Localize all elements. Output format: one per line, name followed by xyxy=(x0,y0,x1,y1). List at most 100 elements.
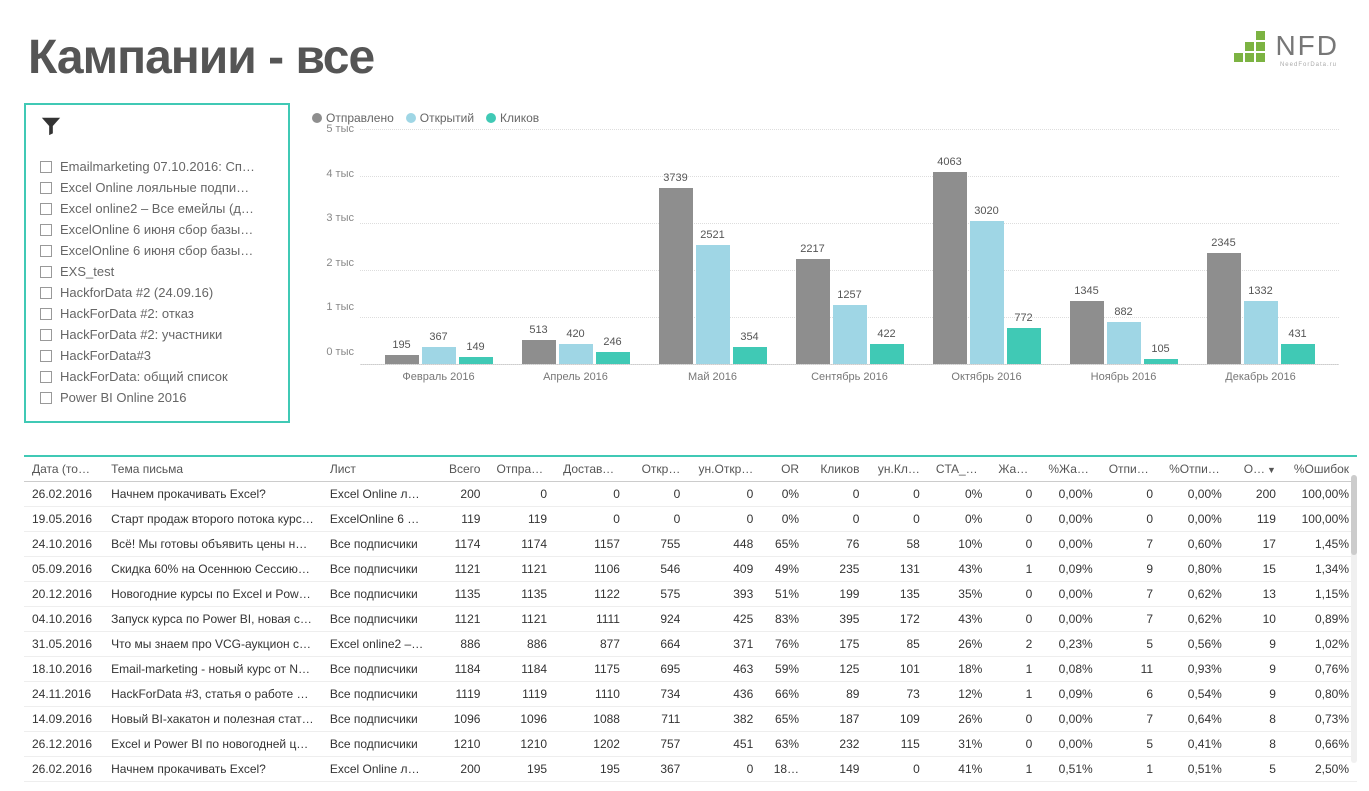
bar-group[interactable]: 23451332431 xyxy=(1192,253,1329,364)
bar[interactable]: 246 xyxy=(596,352,630,364)
cell-perr: 1,15% xyxy=(1284,582,1357,607)
logo: NFD NeedForData.ru xyxy=(1234,30,1339,62)
bar[interactable]: 431 xyxy=(1281,344,1315,364)
column-header-sent[interactable]: Отправ… xyxy=(488,456,555,482)
bar-value-label: 2345 xyxy=(1211,237,1235,249)
bar-group[interactable]: 1345882105 xyxy=(1055,301,1192,364)
table-row[interactable]: 26.12.2016Excel и Power BI по новогодней… xyxy=(24,732,1357,757)
checkbox-icon[interactable] xyxy=(40,161,52,173)
filter-item[interactable]: Emailmarketing 07.10.2016: Сп… xyxy=(40,156,276,177)
bar[interactable]: 2345 xyxy=(1207,253,1241,364)
filter-item[interactable]: EXS_test xyxy=(40,261,276,282)
checkbox-icon[interactable] xyxy=(40,308,52,320)
column-header-perr[interactable]: %Ошибок xyxy=(1284,456,1357,482)
filter-item[interactable]: HackForData #2: отказ xyxy=(40,303,276,324)
checkbox-icon[interactable] xyxy=(40,371,52,383)
bar-group[interactable]: 22171257422 xyxy=(781,259,918,364)
table-row[interactable]: 14.09.2016Новый BI-хакатон и полезная ст… xyxy=(24,707,1357,732)
bar[interactable]: 2217 xyxy=(796,259,830,364)
table-row[interactable]: 26.02.2016Начнем прокачивать Excel?Excel… xyxy=(24,757,1357,782)
cell-uopen: 0 xyxy=(688,757,761,782)
bar[interactable]: 3739 xyxy=(659,188,693,364)
cell-clicks: 0 xyxy=(807,507,867,532)
checkbox-icon[interactable] xyxy=(40,266,52,278)
table-row[interactable]: 04.10.2016Запуск курса по Power BI, нова… xyxy=(24,607,1357,632)
filter-panel[interactable]: Emailmarketing 07.10.2016: Сп…Excel Onli… xyxy=(24,103,290,423)
column-header-clicks[interactable]: Кликов xyxy=(807,456,867,482)
footer-cell-uopen: 5079 xyxy=(688,782,761,784)
checkbox-icon[interactable] xyxy=(40,392,52,404)
column-header-subject[interactable]: Тема письма xyxy=(103,456,322,482)
bar[interactable]: 3020 xyxy=(970,221,1004,364)
filter-item[interactable]: Power BI Online 2016 xyxy=(40,387,276,408)
column-header-err[interactable]: О…▼ xyxy=(1230,456,1284,482)
checkbox-icon[interactable] xyxy=(40,329,52,341)
bar[interactable]: 2521 xyxy=(696,245,730,364)
data-table[interactable]: Дата (то…Тема письмаЛистВсегоОтправ…Дост… xyxy=(24,455,1357,783)
table-scrollbar[interactable] xyxy=(1351,475,1357,763)
bar[interactable]: 772 xyxy=(1007,328,1041,364)
column-header-unsub[interactable]: Отпис… xyxy=(1101,456,1161,482)
checkbox-icon[interactable] xyxy=(40,350,52,362)
column-header-uclicks[interactable]: ун.Кл… xyxy=(867,456,927,482)
chart-plot[interactable]: 5 тыс4 тыс3 тыс2 тыс1 тыс0 тыс 195367149… xyxy=(360,129,1339,365)
table-row[interactable]: 18.10.2016Email-marketing - новый курс о… xyxy=(24,657,1357,682)
table-row[interactable]: 05.09.2016Скидка 60% на Осеннюю Сессию+…… xyxy=(24,557,1357,582)
filter-item[interactable]: HackForData #2: участники xyxy=(40,324,276,345)
checkbox-icon[interactable] xyxy=(40,287,52,299)
table-row[interactable]: 20.12.2016Новогодние курсы по Excel и Po… xyxy=(24,582,1357,607)
column-header-uopen[interactable]: ун.Откр… xyxy=(688,456,761,482)
bar[interactable]: 1332 xyxy=(1244,301,1278,364)
cell-complaints: 0 xyxy=(990,582,1040,607)
legend-item-click[interactable]: Кликов xyxy=(486,111,539,125)
filter-item[interactable]: HackForData#3 xyxy=(40,345,276,366)
bar[interactable]: 422 xyxy=(870,344,904,364)
filter-item[interactable]: HackforData #2 (24.09.16) xyxy=(40,282,276,303)
column-header-date[interactable]: Дата (то… xyxy=(24,456,103,482)
legend-item-open[interactable]: Открытий xyxy=(406,111,474,125)
bar[interactable]: 1345 xyxy=(1070,301,1104,364)
cell-clicks: 199 xyxy=(807,582,867,607)
bar[interactable]: 354 xyxy=(733,347,767,364)
table-row[interactable]: 24.10.2016Всё! Мы готовы объявить цены н… xyxy=(24,532,1357,557)
bar[interactable]: 1257 xyxy=(833,305,867,364)
bar[interactable]: 367 xyxy=(422,347,456,364)
column-header-list[interactable]: Лист xyxy=(322,456,432,482)
bar[interactable]: 195 xyxy=(385,355,419,364)
column-header-or[interactable]: OR xyxy=(761,456,807,482)
checkbox-icon[interactable] xyxy=(40,224,52,236)
cell-unsub: 5 xyxy=(1101,632,1161,657)
filter-item[interactable]: Excel Online лояльные подпи… xyxy=(40,177,276,198)
bar-group[interactable]: 37392521354 xyxy=(644,188,781,364)
cell-open: 0 xyxy=(628,507,688,532)
column-header-delivered[interactable]: Доставл… xyxy=(555,456,628,482)
cell-sent: 1184 xyxy=(488,657,555,682)
bar[interactable]: 149 xyxy=(459,357,493,364)
column-header-pcomplaints[interactable]: %Жал… xyxy=(1040,456,1100,482)
bar-group[interactable]: 513420246 xyxy=(507,340,644,364)
table-row[interactable]: 19.05.2016Старт продаж второго потока ку… xyxy=(24,507,1357,532)
column-header-open[interactable]: Откр… xyxy=(628,456,688,482)
filter-item[interactable]: HackForData: общий список xyxy=(40,366,276,387)
table-row[interactable]: 31.05.2016Что мы знаем про VCG-аукцион с… xyxy=(24,632,1357,657)
bar[interactable]: 420 xyxy=(559,344,593,364)
bar[interactable]: 513 xyxy=(522,340,556,364)
column-header-total[interactable]: Всего xyxy=(432,456,488,482)
bar[interactable]: 4063 xyxy=(933,172,967,364)
checkbox-icon[interactable] xyxy=(40,245,52,257)
table-row[interactable]: 26.02.2016Начнем прокачивать Excel?Excel… xyxy=(24,482,1357,507)
filter-item[interactable]: ExcelOnline 6 июня сбор базы… xyxy=(40,240,276,261)
column-header-punsub[interactable]: %Отпис… xyxy=(1161,456,1230,482)
bar[interactable]: 105 xyxy=(1144,359,1178,364)
cell-punsub: 0,64% xyxy=(1161,707,1230,732)
bar-group[interactable]: 40633020772 xyxy=(918,172,1055,364)
checkbox-icon[interactable] xyxy=(40,182,52,194)
bar[interactable]: 882 xyxy=(1107,322,1141,364)
filter-item[interactable]: ExcelOnline 6 июня сбор базы… xyxy=(40,219,276,240)
table-row[interactable]: 24.11.2016HackForData #3, статья о работ… xyxy=(24,682,1357,707)
bar-group[interactable]: 195367149 xyxy=(370,347,507,364)
column-header-complaints[interactable]: Жал… xyxy=(990,456,1040,482)
filter-item[interactable]: Excel online2 – Все емейлы (д… xyxy=(40,198,276,219)
checkbox-icon[interactable] xyxy=(40,203,52,215)
column-header-ctas[interactable]: CTA_С… xyxy=(928,456,990,482)
